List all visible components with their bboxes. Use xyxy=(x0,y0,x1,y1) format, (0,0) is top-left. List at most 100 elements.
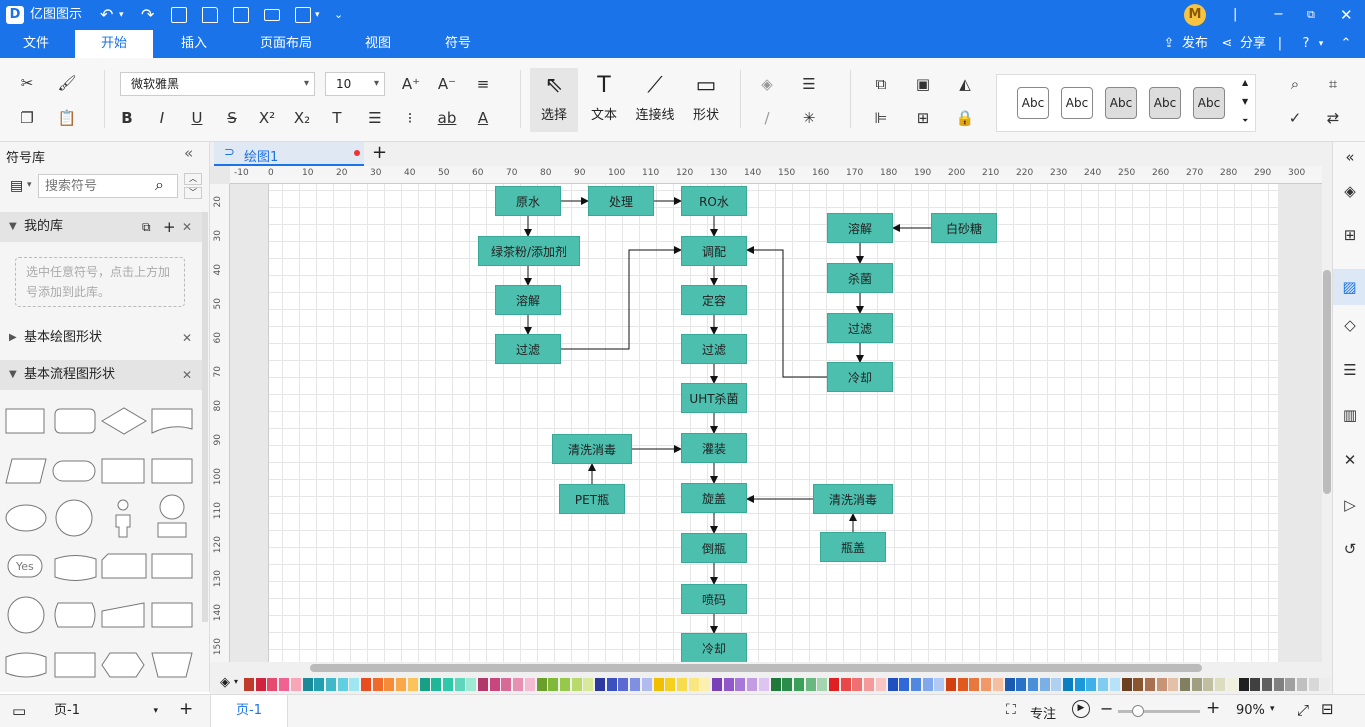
flow-node[interactable]: 处理 xyxy=(588,186,654,216)
color-swatch[interactable] xyxy=(946,678,956,691)
preparation-shape[interactable] xyxy=(101,652,145,678)
gallery-more-icon[interactable]: ▼ xyxy=(1242,97,1248,106)
color-swatch[interactable] xyxy=(1320,678,1331,691)
color-swatch[interactable] xyxy=(513,678,524,691)
cut-icon[interactable]: ✂ xyxy=(16,72,38,94)
color-swatch[interactable] xyxy=(782,678,793,691)
color-swatch[interactable] xyxy=(337,678,348,691)
superscript-icon[interactable]: X² xyxy=(256,107,278,129)
redo-icon[interactable]: ↷ xyxy=(141,0,154,30)
color-swatch[interactable] xyxy=(314,678,325,691)
publish-button[interactable]: 发布 xyxy=(1180,30,1210,58)
flow-node[interactable]: 过滤 xyxy=(827,313,893,343)
color-swatch[interactable] xyxy=(1039,678,1050,691)
close-window-icon[interactable]: ✕ xyxy=(1340,0,1353,30)
color-swatch[interactable] xyxy=(1168,678,1179,691)
color-swatch[interactable] xyxy=(887,678,898,691)
color-swatch[interactable] xyxy=(747,678,758,691)
color-swatch[interactable] xyxy=(700,678,711,691)
direct-data-shape[interactable] xyxy=(54,602,96,628)
arrange-icon[interactable]: ⧉ xyxy=(870,73,892,95)
new-tab-icon[interactable]: + xyxy=(372,142,387,163)
color-swatch[interactable] xyxy=(1016,678,1027,691)
bold-icon[interactable]: B xyxy=(116,107,138,129)
gallery-expand-icon[interactable]: ⏷ xyxy=(1242,116,1248,126)
menu-file[interactable]: 文件 xyxy=(10,30,62,58)
color-swatch[interactable] xyxy=(875,678,886,691)
color-swatch[interactable] xyxy=(1063,678,1073,691)
color-swatch[interactable] xyxy=(1051,678,1062,691)
color-swatch[interactable] xyxy=(1226,678,1237,691)
menu-view[interactable]: 视图 xyxy=(350,30,406,58)
trapezoid-shape[interactable] xyxy=(151,652,193,678)
replace-shape-icon[interactable]: ⇄ xyxy=(1322,107,1344,129)
fit-page-icon[interactable]: ⤢ xyxy=(1297,701,1309,719)
layers-panel-icon[interactable]: ◇ xyxy=(1341,316,1359,334)
color-swatch[interactable] xyxy=(618,678,629,691)
color-swatch[interactable] xyxy=(817,678,828,691)
color-swatch[interactable] xyxy=(723,678,734,691)
flow-node[interactable]: UHT杀菌 xyxy=(681,383,747,413)
color-swatch[interactable] xyxy=(1027,678,1038,691)
image-panel-icon[interactable]: ▨ xyxy=(1333,269,1365,305)
color-swatch[interactable] xyxy=(688,678,699,691)
page-panel-icon[interactable]: ☰ xyxy=(1341,361,1359,379)
presentation-panel-icon[interactable]: ▷ xyxy=(1341,496,1359,514)
color-swatch[interactable] xyxy=(1308,678,1319,691)
color-swatch[interactable] xyxy=(676,678,687,691)
flow-node[interactable]: 清洗消毒 xyxy=(813,484,893,514)
color-swatch[interactable] xyxy=(793,678,804,691)
flow-node[interactable]: 冷却 xyxy=(827,362,893,392)
color-swatch[interactable] xyxy=(1074,678,1085,691)
color-swatch[interactable] xyxy=(267,678,278,691)
collapse-panel-icon[interactable]: « xyxy=(184,144,193,162)
subscript-icon[interactable]: X₂ xyxy=(291,107,313,129)
actor-shape[interactable] xyxy=(157,494,187,538)
ellipse-shape[interactable] xyxy=(5,504,47,532)
flow-node[interactable]: 溶解 xyxy=(495,285,561,315)
share-icon[interactable]: ⋖ xyxy=(1218,30,1236,58)
connector-tool-button[interactable]: ⟋ 连接线 xyxy=(630,68,680,132)
zoom-dropdown-icon[interactable]: ▾ xyxy=(1270,704,1275,714)
zoom-out-icon[interactable]: − xyxy=(1100,699,1113,718)
color-swatch[interactable] xyxy=(1238,678,1249,691)
color-swatch[interactable] xyxy=(466,678,477,691)
circle-shape[interactable] xyxy=(55,499,93,537)
highlight-icon[interactable]: ab xyxy=(436,107,458,129)
save-icon[interactable] xyxy=(233,7,249,23)
decision-shape[interactable] xyxy=(101,407,147,435)
scroll-down-icon[interactable]: ﹀ xyxy=(184,187,202,199)
style-swatch-3[interactable]: Abc xyxy=(1105,87,1137,119)
style-swatch-1[interactable]: Abc xyxy=(1017,87,1049,119)
color-swatch[interactable] xyxy=(478,678,488,691)
underline-icon[interactable]: U xyxy=(186,107,208,129)
color-swatch[interactable] xyxy=(524,678,535,691)
minimize-icon[interactable]: − xyxy=(1273,0,1284,30)
style-swatch-4[interactable]: Abc xyxy=(1149,87,1181,119)
process-shape[interactable] xyxy=(5,408,45,434)
spellcheck-icon[interactable]: ✓ xyxy=(1284,107,1306,129)
scroll-up-icon[interactable]: ︿ xyxy=(184,173,202,185)
flow-node[interactable]: 溶解 xyxy=(827,213,893,243)
align-objects-icon[interactable]: ⊫ xyxy=(870,107,892,129)
terminator-shape[interactable] xyxy=(52,460,96,482)
style-swatch-2[interactable]: Abc xyxy=(1061,87,1093,119)
vertical-scrollbar[interactable] xyxy=(1322,166,1332,662)
color-swatch[interactable] xyxy=(1203,678,1214,691)
select-tool-button[interactable]: ⇖ 选择 xyxy=(530,68,578,132)
lock-icon[interactable]: 🔒 xyxy=(954,107,976,129)
color-swatch[interactable] xyxy=(454,678,465,691)
fill-dropdown-icon[interactable]: ▾ xyxy=(234,677,238,686)
menu-insert[interactable]: 插入 xyxy=(165,30,223,58)
text-style-icon[interactable]: T xyxy=(326,107,348,129)
close-icon[interactable]: ✕ xyxy=(182,212,192,242)
flow-node[interactable]: 清洗消毒 xyxy=(552,434,632,464)
color-swatch[interactable] xyxy=(396,678,407,691)
document-shape[interactable] xyxy=(151,408,193,434)
color-swatch[interactable] xyxy=(1180,678,1190,691)
color-swatch[interactable] xyxy=(712,678,722,691)
close-icon[interactable]: ✕ xyxy=(182,323,192,353)
color-swatch[interactable] xyxy=(244,678,254,691)
color-swatch[interactable] xyxy=(442,678,453,691)
user-avatar[interactable]: M xyxy=(1184,4,1206,26)
